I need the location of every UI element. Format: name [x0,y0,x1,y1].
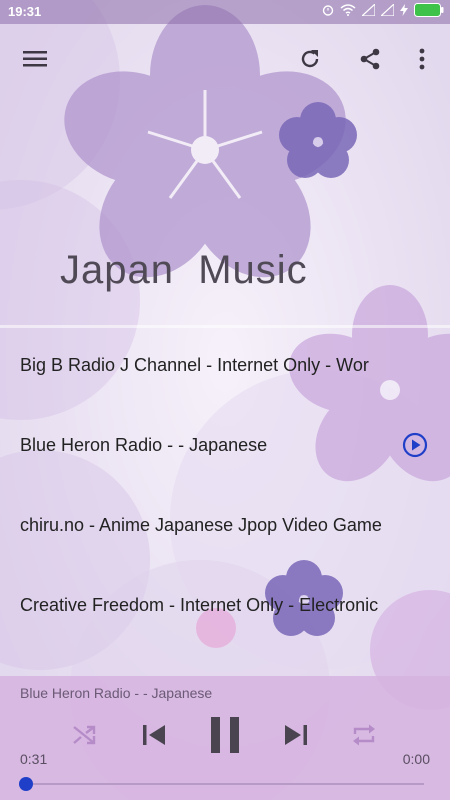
skip-previous-icon [143,725,165,745]
pause-icon [211,717,239,753]
menu-icon [23,51,47,67]
station-name: Creative Freedom - Internet Only - Elect… [20,595,379,615]
signal-icon [379,2,395,19]
charging-icon [400,4,408,19]
wifi-icon [340,4,356,19]
repeat-button[interactable] [348,720,380,750]
now-playing-title: Blue Heron Radio - - Japanese [20,685,213,701]
station-item[interactable]: Creative Freedom - Internet Only - Elect… [0,566,450,646]
menu-button[interactable] [15,39,55,79]
battery-icon [414,3,444,20]
more-vert-icon [419,48,425,70]
shuffle-icon [73,725,96,745]
seek-thumb[interactable] [19,777,33,791]
elapsed-time: 0:31 [20,751,48,767]
more-options-button[interactable] [402,39,442,79]
station-name: Big B Radio J Channel - Internet Only - … [20,355,369,375]
app-toolbar [0,24,450,94]
share-button[interactable] [350,39,390,79]
station-name: chiru.no - Anime Japanese Jpop Video Gam… [20,515,382,535]
station-item[interactable]: chiru.no - Anime Japanese Jpop Video Gam… [0,486,450,566]
previous-button[interactable] [138,719,170,751]
skip-next-icon [285,725,307,745]
refresh-icon [301,50,319,68]
station-item[interactable]: Blue Heron Radio - - Japanese [0,406,450,486]
shuffle-button[interactable] [70,720,100,750]
status-bar: 19:31 [0,0,450,24]
station-name: Blue Heron Radio - - Japanese [20,435,268,455]
repeat-icon [353,724,375,746]
refresh-button[interactable] [290,39,330,79]
status-time: 19:31 [8,4,42,19]
signal-icon [360,2,376,19]
now-playing-play-icon[interactable] [402,432,428,463]
playback-controls [0,712,450,762]
next-button[interactable] [280,719,312,751]
share-icon [360,48,380,70]
pause-button[interactable] [205,714,245,756]
total-duration: 0:00 [402,751,430,767]
station-item[interactable]: Big B Radio J Channel - Internet Only - … [0,326,450,406]
alarm-icon [322,4,334,19]
page-title: Japan Music [60,248,308,292]
player-panel: Blue Heron Radio - - Japanese 0:31 0:00 [0,676,450,800]
seek-bar[interactable] [26,783,424,785]
station-list: Big B Radio J Channel - Internet Only - … [0,326,450,646]
